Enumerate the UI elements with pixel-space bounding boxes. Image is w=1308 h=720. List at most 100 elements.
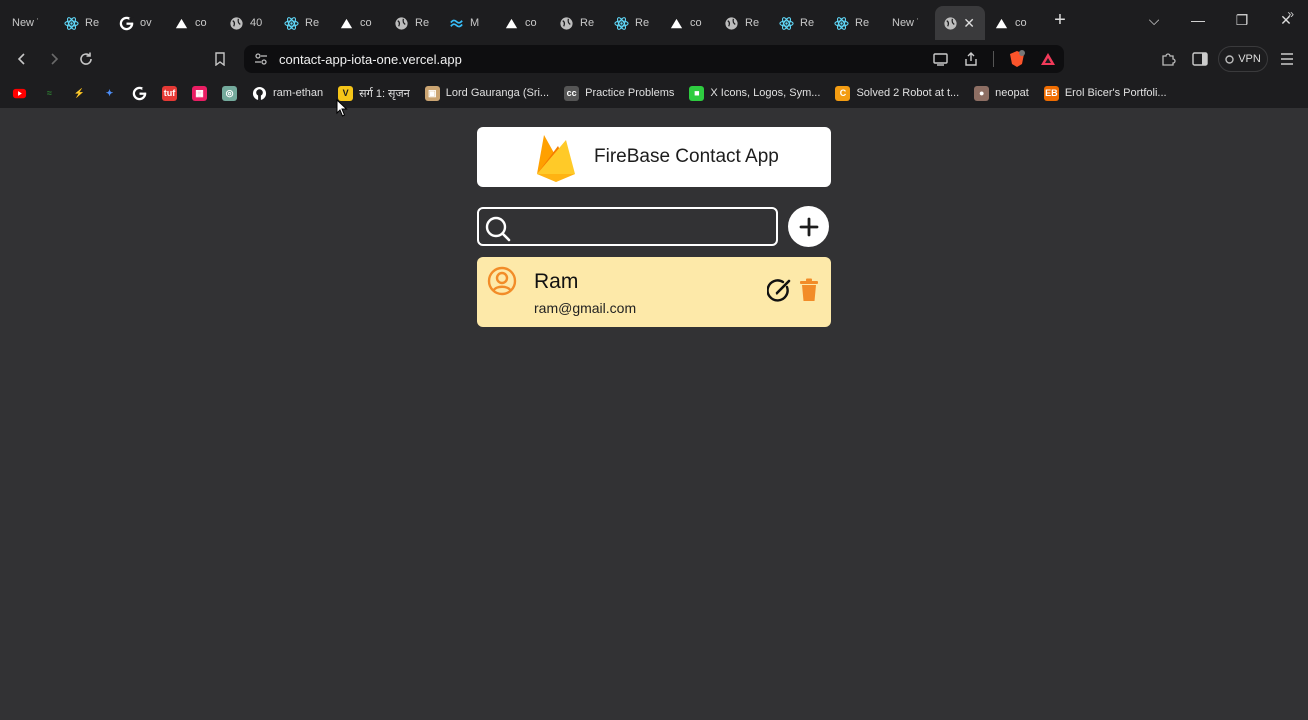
bookmark-item[interactable]: cc Practice Problems (564, 85, 674, 101)
bookmark-item[interactable]: ■ X Icons, Logos, Sym... (689, 85, 821, 101)
search-box[interactable] (477, 207, 778, 246)
share-icon[interactable] (963, 51, 979, 67)
browser-tab[interactable]: co (660, 6, 715, 40)
bolt-icon: ⚡ (73, 87, 86, 98)
more-bookmarks-button[interactable]: » (1287, 7, 1294, 21)
bookmark-item[interactable]: ≈ (42, 86, 57, 101)
tab-active[interactable]: ✕ (935, 6, 985, 40)
browser-tab[interactable]: co (165, 6, 220, 40)
browser-tab[interactable]: Re (605, 6, 660, 40)
tab-label: Re (635, 17, 650, 29)
tab-label: ov (140, 17, 152, 29)
browser-tab[interactable]: Re (275, 6, 330, 40)
bookmark-item[interactable]: C Solved 2 Robot at t... (835, 85, 960, 101)
bookmark-item[interactable]: ⚡ (72, 86, 87, 101)
extensions-button[interactable] (1152, 43, 1184, 75)
grid-icon: ▦ (192, 85, 207, 101)
bookmark-label: Solved 2 Robot at t... (856, 87, 960, 99)
tab-strip: New Ta Re ov co 40 Re co Re Mco Re Re co Re Re Re New T… (0, 0, 1308, 40)
browser-tab[interactable]: Re (825, 6, 880, 40)
react-icon (614, 16, 629, 31)
add-contact-button[interactable] (788, 206, 829, 247)
browser-tab[interactable]: New Ta (0, 6, 55, 40)
browser-tab[interactable]: Re (715, 6, 770, 40)
chevron-left-icon (17, 53, 25, 65)
contact-email: ram@gmail.com (534, 300, 637, 316)
back-button[interactable] (6, 43, 38, 75)
tab-label: Re (305, 17, 320, 29)
tab-label: co (1015, 17, 1027, 29)
site-info-icon (255, 53, 267, 65)
close-tab-icon[interactable]: ✕ (963, 15, 975, 32)
edit-icon[interactable] (767, 278, 793, 304)
puzzle-icon (1162, 53, 1176, 66)
restore-icon[interactable]: ❐ (1220, 12, 1264, 29)
app-title: FireBase Contact App (594, 146, 779, 167)
tab-label: 40 (250, 17, 263, 29)
new-tab-button[interactable]: + (1040, 0, 1080, 40)
tab-label: Re (800, 17, 815, 29)
vpn-button[interactable]: VPN (1218, 46, 1268, 72)
bookmark-item[interactable]: ▦ (192, 85, 207, 101)
url-text[interactable]: contact-app-iota-one.vercel.app (279, 52, 462, 67)
bookmark-item[interactable]: V सर्ग 1: सृजन (338, 85, 410, 101)
minimize-icon[interactable]: — (1176, 12, 1220, 28)
chatgpt-icon: ◎ (222, 85, 237, 101)
globe-icon (229, 16, 244, 31)
contact-card[interactable]: Ram ram@gmail.com (477, 257, 831, 327)
close-window-icon[interactable]: ✕ (1264, 12, 1308, 29)
trash-icon[interactable] (799, 278, 819, 302)
sidebar-icon (1192, 52, 1208, 66)
app-header: FireBase Contact App (477, 127, 831, 187)
brave-shield-icon[interactable] (1008, 50, 1026, 68)
brave-rewards-icon[interactable] (1040, 51, 1056, 67)
square-icon: ■ (689, 85, 705, 101)
tab-search-icon[interactable]: ⌵ (1132, 12, 1176, 29)
bookmark-label: neopat (995, 87, 1029, 99)
bookmark-label: Erol Bicer's Portfoli... (1064, 87, 1167, 99)
tab-label: New Ta (12, 17, 38, 29)
bookmark-icon (215, 52, 225, 66)
bookmark-item[interactable] (12, 86, 27, 101)
tuf-icon: tuf (162, 85, 177, 101)
reload-button[interactable] (70, 43, 102, 75)
tab-label: Re (85, 17, 100, 29)
bookmark-item[interactable] (132, 86, 147, 101)
bookmark-item[interactable]: ✦ (102, 86, 117, 101)
browser-tab[interactable]: M (440, 6, 495, 40)
cast-icon[interactable] (933, 52, 949, 66)
browser-tab[interactable]: 40 (220, 6, 275, 40)
browser-tab[interactable]: co (495, 6, 550, 40)
vercel-icon (174, 16, 189, 31)
menu-button[interactable] (1271, 43, 1303, 75)
google-icon (132, 86, 147, 101)
bookmark-page-button[interactable] (204, 43, 236, 75)
browser-tab[interactable]: ov (110, 6, 165, 40)
bookmark-label: ram-ethan (273, 87, 324, 99)
tab-label: co (525, 17, 537, 29)
bookmark-label: X Icons, Logos, Sym... (710, 87, 821, 99)
browser-tab[interactable]: co (985, 6, 1040, 40)
browser-tab[interactable]: Re (385, 6, 440, 40)
search-input[interactable] (517, 209, 772, 244)
browser-tab[interactable]: Re (770, 6, 825, 40)
address-bar[interactable]: contact-app-iota-one.vercel.app (244, 45, 1064, 73)
bookmark-item[interactable]: EB Erol Bicer's Portfoli... (1043, 85, 1167, 101)
tab-label: co (690, 17, 702, 29)
browser-tab[interactable]: Re (55, 6, 110, 40)
forward-button[interactable] (38, 43, 70, 75)
vpn-label: VPN (1238, 53, 1261, 65)
bookmark-item[interactable]: ◎ (222, 85, 237, 101)
bookmark-item[interactable]: ▣ Lord Gauranga (Sri... (424, 85, 549, 101)
bookmark-item[interactable]: tuf (162, 85, 177, 101)
user-circle-icon (487, 266, 517, 296)
bookmark-item[interactable]: ram-ethan (252, 86, 323, 101)
sidebar-toggle-button[interactable] (1184, 43, 1216, 75)
vercel-icon (504, 16, 519, 31)
browser-tab[interactable]: co (330, 6, 385, 40)
browser-tab[interactable]: New Ta (880, 6, 935, 40)
window-controls: ⌵ — ❐ ✕ (1132, 0, 1308, 40)
bookmark-item[interactable]: ● neopat (974, 85, 1029, 101)
browser-tab[interactable]: Re (550, 6, 605, 40)
cc-icon: cc (564, 85, 580, 101)
